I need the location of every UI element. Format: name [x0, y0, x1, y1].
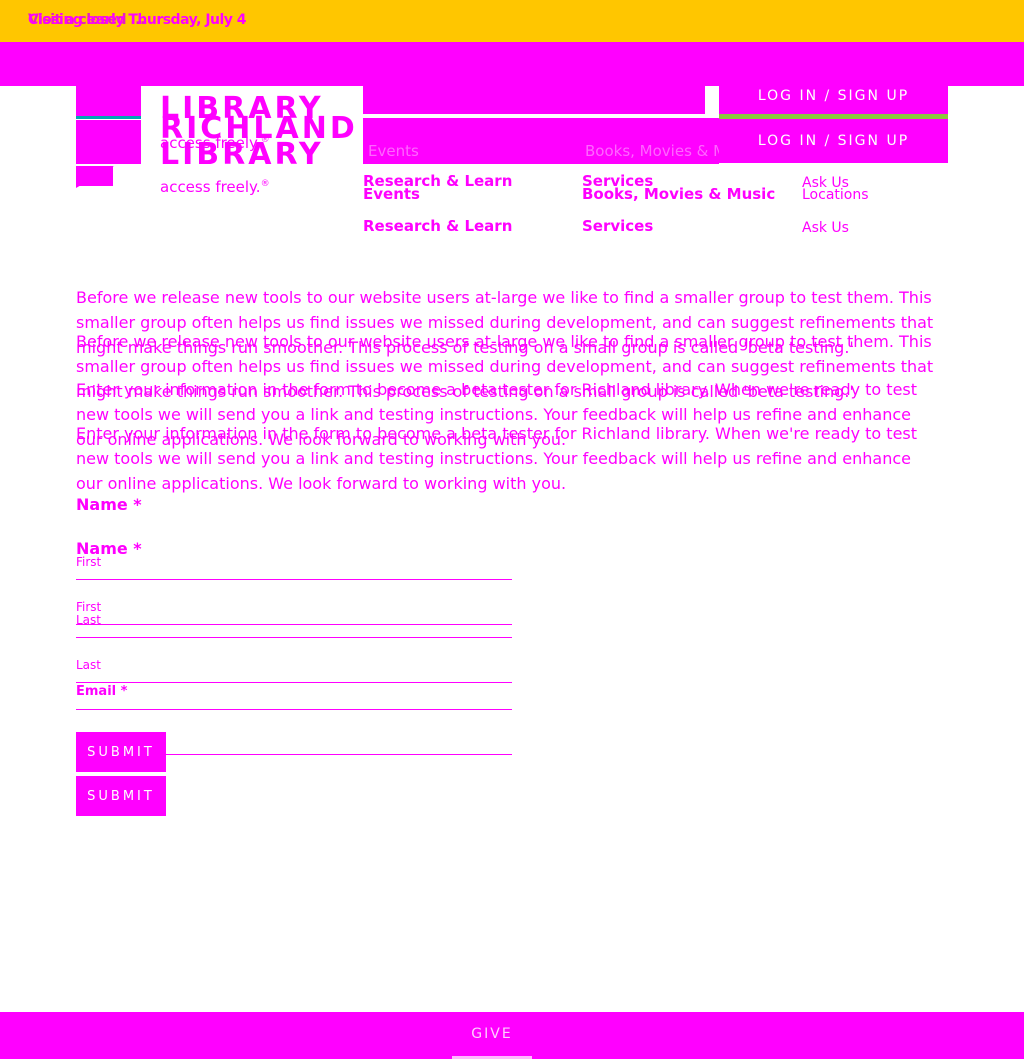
logo-tagline-ghost: access freely.® [160, 134, 270, 152]
give-link[interactable]: GIVE [0, 1026, 984, 1042]
email-input-ghost[interactable] [76, 709, 512, 710]
alert-closing-text[interactable]: Closing early Thursday, July 4 [28, 12, 247, 28]
logo-mark-tail [76, 166, 113, 186]
logo-word-richland-ghost: RICHLAND [160, 64, 358, 86]
nav-link-events[interactable]: Events [363, 185, 420, 203]
signup-paragraph: Enter your information in the form to be… [76, 424, 918, 493]
logo-mark-top [76, 86, 141, 118]
email-label: Email * [76, 684, 128, 699]
nav-bar-events[interactable]: Events [368, 142, 419, 160]
first-label-ghost: First [76, 555, 102, 569]
last-name-input-ghost[interactable] [76, 637, 512, 638]
search-input[interactable] [363, 86, 705, 114]
login-button-ghost[interactable]: LOG IN / SIGN UP [719, 74, 948, 118]
last-label: Last [76, 658, 101, 672]
login-button[interactable]: LOG IN / SIGN UP [719, 119, 948, 163]
logo-mark-block [76, 120, 141, 164]
nav-link-locations[interactable]: Locations [802, 187, 869, 203]
logo-mark-stripe [76, 116, 141, 119]
first-name-input-ghost[interactable] [76, 579, 512, 580]
nav-bar-books[interactable]: Books, Movies & Music [585, 142, 719, 160]
submit-button-ghost[interactable]: SUBMIT [76, 732, 166, 772]
nav-link-research[interactable]: Research & Learn [363, 217, 512, 235]
logo-tagline: access freely.® [160, 178, 270, 196]
name-label-ghost: Name * [76, 495, 142, 514]
first-name-input[interactable] [76, 624, 512, 625]
nav-bar: Events Books, Movies & Music [363, 118, 719, 164]
submit-button[interactable]: SUBMIT [76, 776, 166, 816]
first-label: First [76, 600, 102, 614]
nav-link-ask-us[interactable]: Ask Us [802, 220, 849, 236]
nav-link-services[interactable]: Services [582, 217, 653, 235]
last-name-input[interactable] [76, 682, 512, 683]
nav-link-books[interactable]: Books, Movies & Music [582, 185, 775, 203]
